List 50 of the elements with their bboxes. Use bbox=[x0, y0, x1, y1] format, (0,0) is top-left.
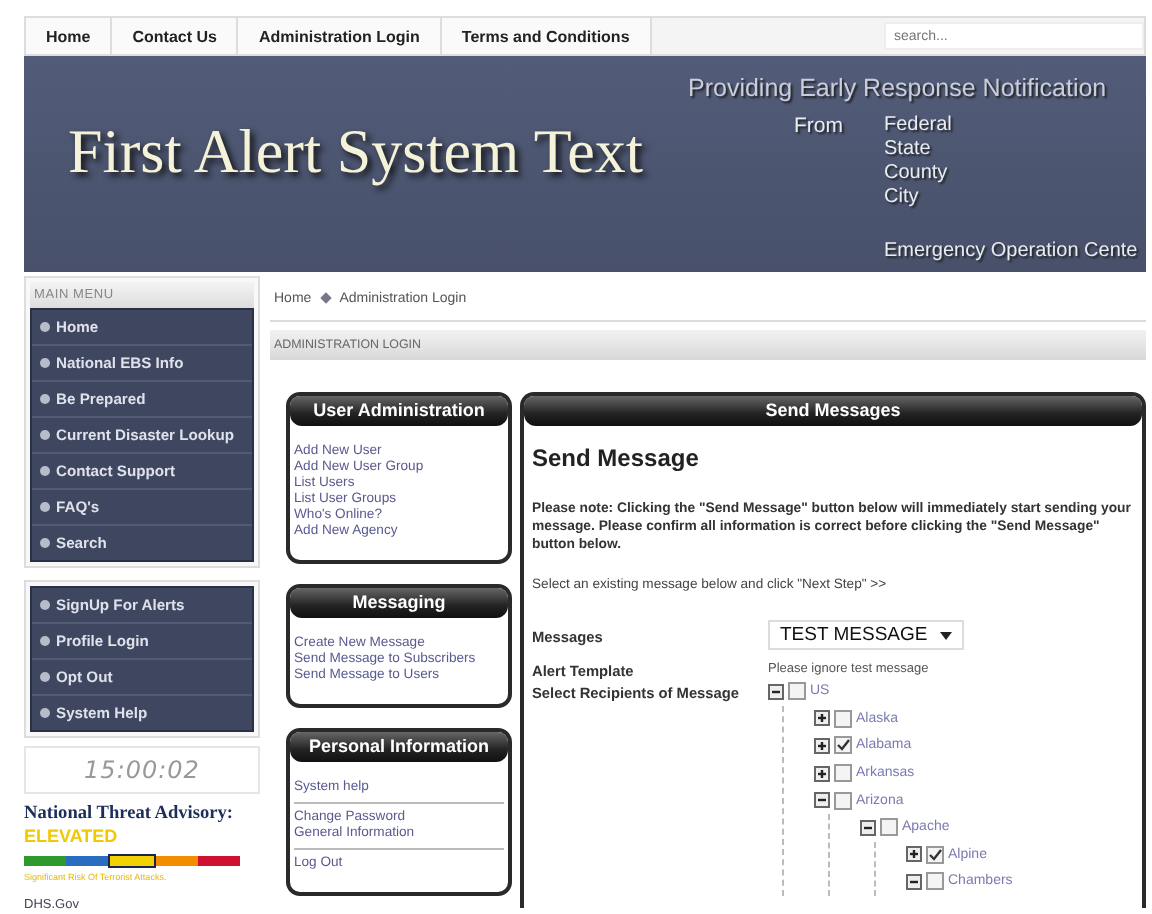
plus-expander-icon[interactable] bbox=[814, 765, 830, 782]
bullet-icon bbox=[40, 708, 50, 718]
panel-title: Messaging bbox=[290, 588, 508, 618]
bullet-icon bbox=[40, 322, 50, 332]
panel-title: Send Messages bbox=[524, 396, 1142, 426]
caret-icon bbox=[939, 631, 952, 639]
level-label: County bbox=[884, 162, 950, 186]
level-label: City bbox=[884, 186, 921, 210]
bullet-icon bbox=[40, 430, 50, 440]
checkbox[interactable] bbox=[834, 764, 852, 783]
plus-expander-icon[interactable] bbox=[814, 710, 830, 727]
checkbox[interactable] bbox=[788, 682, 806, 701]
advisory-title: National Threat Advisory: bbox=[24, 804, 236, 824]
bullet-icon bbox=[40, 358, 50, 368]
plus-expander-icon[interactable] bbox=[814, 737, 830, 754]
minus-expander-icon[interactable] bbox=[768, 683, 784, 700]
bullet-icon bbox=[40, 466, 50, 476]
checkbox[interactable] bbox=[880, 818, 898, 837]
panel-title: Personal Information bbox=[290, 732, 508, 762]
minus-expander-icon[interactable] bbox=[814, 792, 830, 809]
level-label: Federal bbox=[884, 114, 952, 138]
nav-link[interactable]: Administration Login bbox=[238, 18, 442, 54]
bullet-icon bbox=[40, 502, 50, 512]
checked-checkbox[interactable] bbox=[926, 845, 944, 864]
clock-time: 15:00:02 bbox=[84, 756, 200, 784]
plus-expander-icon[interactable] bbox=[906, 846, 922, 863]
bullet-icon bbox=[40, 672, 50, 682]
bullet-icon bbox=[40, 600, 50, 610]
bullet-icon bbox=[40, 394, 50, 404]
section-heading: Send Message bbox=[532, 444, 701, 472]
from-label: From bbox=[794, 114, 845, 142]
minus-expander-icon[interactable] bbox=[860, 819, 876, 836]
site-title: First Alert System Text bbox=[68, 116, 645, 190]
checkbox[interactable] bbox=[926, 872, 944, 891]
bullet-icon bbox=[40, 636, 50, 646]
threat-level: ELEVATED bbox=[24, 826, 120, 846]
checkbox[interactable] bbox=[834, 709, 852, 728]
level-label: State bbox=[884, 138, 933, 162]
message-dropdown[interactable]: TEST MESSAGE bbox=[768, 620, 964, 650]
nav-link[interactable]: Contact Us bbox=[112, 18, 239, 54]
bullet-icon bbox=[40, 538, 50, 548]
tagline: Providing Early Response Notification bbox=[688, 74, 1109, 102]
nav-link[interactable]: Terms and Conditions bbox=[441, 18, 652, 54]
banner-footer-text: Emergency Operation Cente bbox=[884, 240, 1138, 262]
checked-checkbox[interactable] bbox=[834, 736, 852, 755]
checkbox[interactable] bbox=[834, 791, 852, 810]
nav-link[interactable]: Home bbox=[26, 18, 113, 54]
breadcrumb-separator-icon bbox=[319, 292, 332, 304]
minus-expander-icon[interactable] bbox=[906, 873, 922, 890]
panel-title: User Administration bbox=[290, 396, 508, 426]
